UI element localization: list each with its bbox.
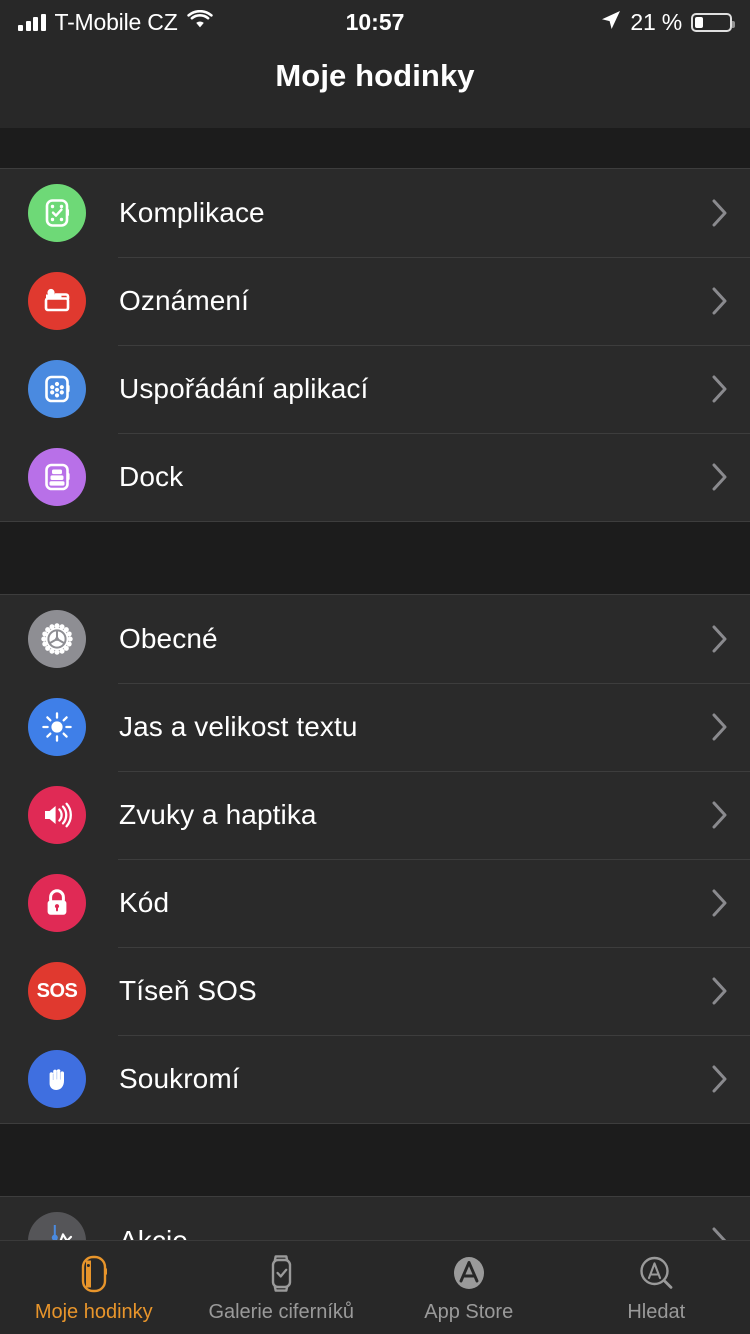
- sos-icon: SOS: [28, 962, 86, 1020]
- settings-row-label: Tíseň SOS: [119, 975, 257, 1006]
- battery-icon: [691, 12, 735, 32]
- settings-list[interactable]: Komplikace Oznámení Uspořádání aplikací: [0, 128, 750, 1286]
- chevron-right-icon: [712, 625, 728, 653]
- list-top-gap: [0, 128, 750, 168]
- battery-percent-label: 21 %: [630, 8, 682, 35]
- navigation-bar: Moje hodinky: [0, 44, 750, 128]
- location-arrow-icon: [601, 10, 621, 35]
- settings-row-label: Komplikace: [119, 197, 265, 228]
- search-app-store-icon: [636, 1251, 676, 1297]
- tab-hledat[interactable]: Hledat: [563, 1251, 750, 1324]
- chevron-right-icon: [712, 801, 728, 829]
- settings-row-label: Dock: [119, 461, 184, 492]
- settings-row-dock[interactable]: Dock: [0, 433, 750, 521]
- sos-label: SOS: [36, 979, 78, 1002]
- privacy-hand-icon: [28, 1050, 86, 1108]
- page-title: Moje hodinky: [275, 58, 475, 93]
- gear-icon: [28, 610, 86, 668]
- status-bar: T-Mobile CZ 10:57 21 %: [0, 0, 750, 44]
- settings-row-soukrom[interactable]: Soukromí: [0, 1035, 750, 1123]
- tab-label: App Store: [424, 1301, 514, 1323]
- brightness-sun-icon: [28, 698, 86, 756]
- settings-row-obecn[interactable]: Obecné: [0, 595, 750, 683]
- watch-face-gallery-icon: [261, 1251, 301, 1297]
- settings-groups: Komplikace Oznámení Uspořádání aplikací: [0, 168, 750, 1286]
- tab-app-store[interactable]: App Store: [375, 1251, 563, 1324]
- group-spacer: [0, 1124, 750, 1196]
- status-bar-right: 21 %: [601, 8, 735, 36]
- settings-row-uspo-d-n-aplikac[interactable]: Uspořádání aplikací: [0, 345, 750, 433]
- notifications-icon: [28, 272, 86, 330]
- chevron-right-icon: [712, 199, 728, 227]
- chevron-right-icon: [712, 375, 728, 403]
- settings-row-label: Soukromí: [119, 1063, 240, 1094]
- chevron-right-icon: [712, 287, 728, 315]
- cellular-bars-icon: [18, 13, 46, 31]
- settings-row-label: Oznámení: [119, 285, 249, 316]
- watch-icon: [74, 1251, 114, 1297]
- tab-galerie-cifern-k[interactable]: Galerie ciferníků: [188, 1251, 376, 1324]
- dock-icon: [28, 448, 86, 506]
- settings-row-jas-a-velikost-textu[interactable]: Jas a velikost textu: [0, 683, 750, 771]
- chevron-right-icon: [712, 463, 728, 491]
- app-layout-icon: [28, 360, 86, 418]
- settings-row-label: Jas a velikost textu: [119, 711, 358, 742]
- settings-group: Komplikace Oznámení Uspořádání aplikací: [0, 168, 750, 522]
- chevron-right-icon: [712, 977, 728, 1005]
- tab-label: Galerie ciferníků: [208, 1301, 355, 1323]
- chevron-right-icon: [712, 889, 728, 917]
- settings-row-ozn-men[interactable]: Oznámení: [0, 257, 750, 345]
- status-bar-left: T-Mobile CZ: [18, 9, 213, 36]
- watch-complications-icon: [28, 184, 86, 242]
- lock-icon: [28, 874, 86, 932]
- watch-app-screen: T-Mobile CZ 10:57 21 % Moje hodinky Komp…: [0, 0, 750, 1334]
- wifi-icon: [186, 9, 213, 34]
- settings-group: Obecné Jas a velikost textu Zvuky a hapt…: [0, 594, 750, 1124]
- speaker-waves-icon: [28, 786, 86, 844]
- tab-bar: Moje hodinky Galerie ciferníků App Store…: [0, 1240, 750, 1334]
- settings-row-t-se-sos[interactable]: SOS Tíseň SOS: [0, 947, 750, 1035]
- settings-row-label: Uspořádání aplikací: [119, 373, 369, 404]
- settings-row-zvuky-a-haptika[interactable]: Zvuky a haptika: [0, 771, 750, 859]
- settings-row-label: Zvuky a haptika: [119, 799, 317, 830]
- chevron-right-icon: [712, 1065, 728, 1093]
- tab-label: Moje hodinky: [34, 1301, 153, 1323]
- settings-row-komplikace[interactable]: Komplikace: [0, 169, 750, 257]
- clock-label: 10:57: [345, 8, 405, 35]
- group-spacer: [0, 522, 750, 594]
- settings-row-label: Kód: [119, 887, 170, 918]
- settings-row-label: Obecné: [119, 623, 218, 654]
- settings-row-k-d[interactable]: Kód: [0, 859, 750, 947]
- tab-label: Hledat: [627, 1301, 686, 1323]
- app-store-icon: [449, 1251, 489, 1297]
- tab-moje-hodinky[interactable]: Moje hodinky: [0, 1251, 188, 1324]
- carrier-label: T-Mobile CZ: [54, 8, 178, 35]
- chevron-right-icon: [712, 713, 728, 741]
